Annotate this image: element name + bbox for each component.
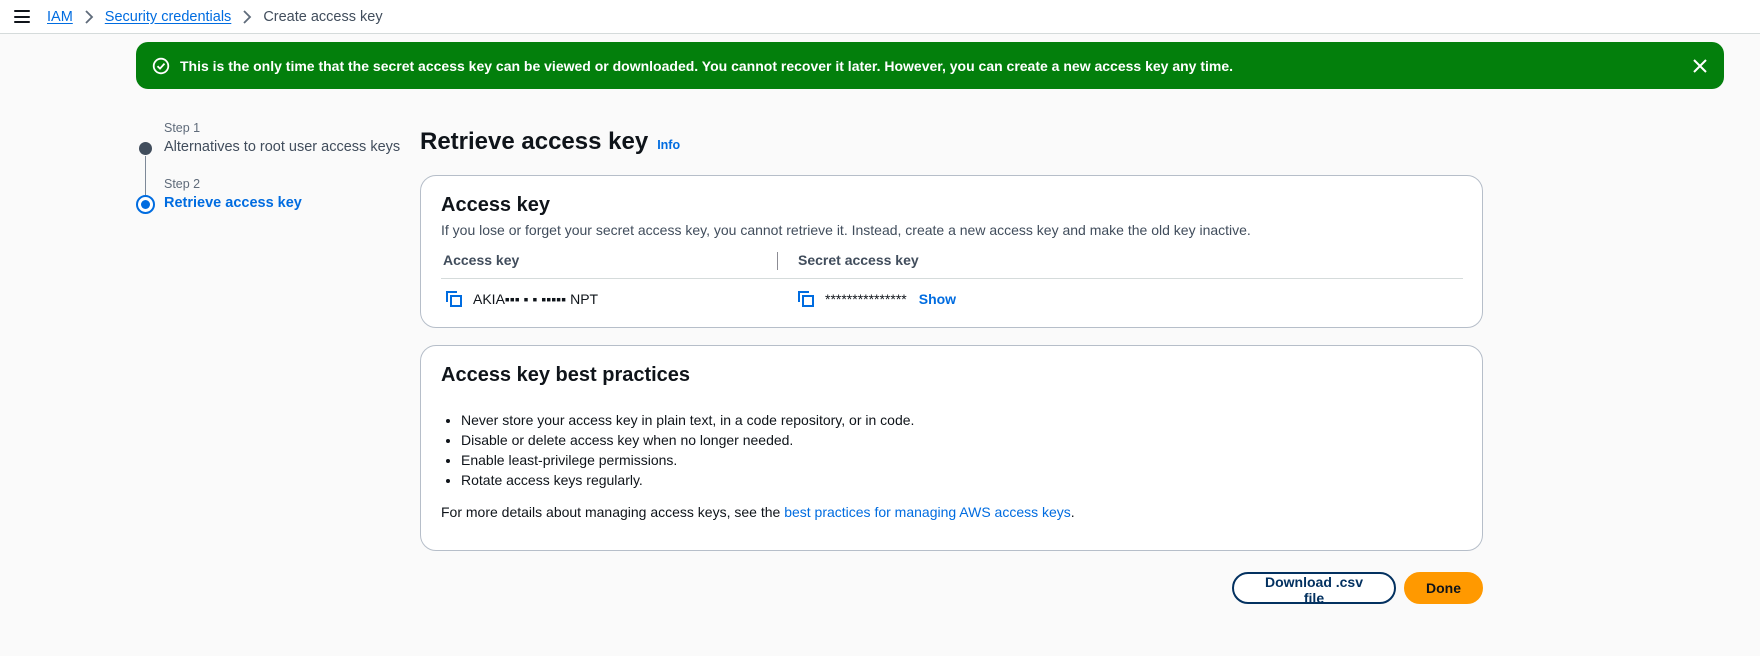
main-content: Retrieve access key Info Access key If y… (420, 128, 1483, 606)
chevron-right-icon (235, 9, 259, 24)
access-key-table-header: Access key Secret access key (441, 252, 1463, 279)
breadcrumb-current: Create access key (263, 8, 383, 25)
wizard-step-1[interactable]: Step 1 Alternatives to root user access … (136, 120, 406, 176)
list-item: Enable least-privilege permissions. (461, 450, 1462, 470)
done-button[interactable]: Done (1404, 572, 1483, 604)
page-header: Retrieve access key Info (420, 128, 1483, 160)
column-header-secret-access-key: Secret access key (777, 252, 1463, 270)
success-check-icon (152, 57, 170, 75)
access-key-table: Access key Secret access key AKIA▪▪▪ ▪ ▪… (441, 252, 1463, 319)
secret-access-key-value: *************** (825, 291, 907, 307)
success-flash-banner: This is the only time that the secret ac… (136, 42, 1724, 89)
download-csv-button[interactable]: Download .csv file (1232, 572, 1396, 606)
secret-access-key-cell: *************** Show (797, 290, 1463, 308)
access-key-value: AKIA▪▪▪ ▪ ▪ ▪▪▪▪▪ NPT (473, 291, 599, 307)
top-navigation-bar: IAM Security credentials Create access k… (0, 0, 1760, 34)
step-label: Alternatives to root user access keys (164, 139, 401, 155)
list-item: Never store your access key in plain tex… (461, 410, 1462, 430)
best-practices-title: Access key best practices (441, 364, 691, 386)
flash-message: This is the only time that the secret ac… (180, 57, 1234, 74)
step-label-active: Retrieve access key (164, 195, 302, 211)
table-row: AKIA▪▪▪ ▪ ▪ ▪▪▪▪▪ NPT *************** Sh… (441, 279, 1463, 319)
step-number: Step 1 (164, 121, 201, 135)
access-key-card: Access key If you lose or forget your se… (420, 175, 1483, 328)
info-link[interactable]: Info (657, 138, 680, 152)
best-practices-card: Access key best practices Never store yo… (420, 345, 1483, 551)
access-key-card-description: If you lose or forget your secret access… (441, 222, 1251, 238)
list-item: Rotate access keys regularly. (461, 470, 1462, 490)
show-secret-link[interactable]: Show (919, 291, 956, 307)
access-key-card-title: Access key (441, 194, 550, 216)
more-details-suffix: . (1070, 504, 1075, 520)
close-icon[interactable] (1690, 56, 1710, 76)
copy-icon[interactable] (797, 290, 815, 308)
column-header-access-key: Access key (443, 252, 520, 268)
copy-icon[interactable] (445, 290, 463, 308)
best-practices-more: For more details about managing access k… (441, 504, 1462, 520)
more-details-prefix: For more details about managing access k… (441, 504, 785, 520)
wizard-step-2: Step 2 Retrieve access key (136, 176, 406, 232)
best-practices-link[interactable]: best practices for managing AWS access k… (784, 504, 1071, 520)
menu-icon[interactable] (14, 10, 30, 23)
breadcrumb-iam[interactable]: IAM (47, 9, 73, 25)
form-actions: Download .csv file Done (420, 572, 1483, 606)
page-title: Retrieve access key (420, 128, 649, 155)
best-practices-list: Never store your access key in plain tex… (441, 410, 1462, 490)
breadcrumb-security-credentials[interactable]: Security credentials (105, 9, 232, 25)
step-number: Step 2 (164, 177, 201, 191)
list-item: Disable or delete access key when no lon… (461, 430, 1462, 450)
chevron-right-icon (77, 9, 101, 24)
wizard-steps: Step 1 Alternatives to root user access … (136, 120, 406, 232)
access-key-cell: AKIA▪▪▪ ▪ ▪ ▪▪▪▪▪ NPT (441, 290, 797, 308)
